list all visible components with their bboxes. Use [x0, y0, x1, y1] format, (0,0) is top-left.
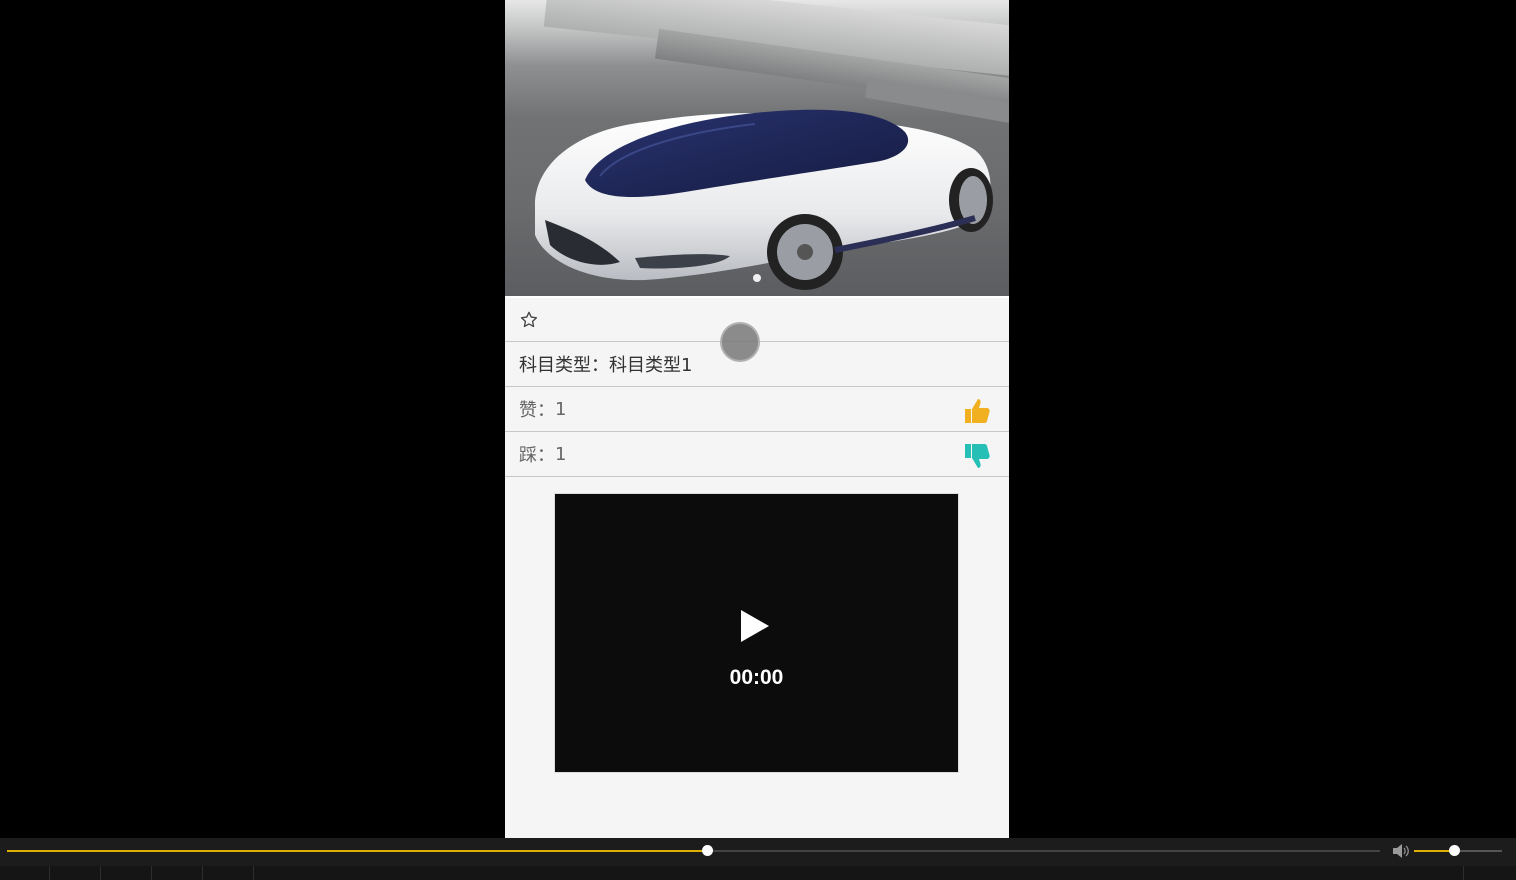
likes-row: 赞： 1	[505, 387, 1009, 432]
taskbar-segment	[203, 866, 254, 880]
subject-type-value: 科目类型1	[609, 355, 693, 376]
taskbar-segment	[0, 866, 50, 880]
seek-bar-handle[interactable]	[702, 845, 714, 856]
carousel-indicator-dot[interactable]	[753, 274, 761, 282]
dislikes-label: 踩：	[519, 445, 555, 466]
thumbs-down-icon[interactable]	[961, 440, 993, 472]
volume-slider-handle[interactable]	[1448, 845, 1460, 856]
star-outline-icon[interactable]	[519, 310, 539, 330]
taskbar-segment	[254, 866, 1464, 880]
likes-label: 赞：	[519, 400, 555, 421]
play-icon[interactable]	[741, 610, 769, 642]
hero-image[interactable]	[505, 0, 1009, 296]
dislikes-row: 踩： 1	[505, 432, 1009, 477]
volume-slider-fill	[1414, 850, 1454, 852]
seek-bar-fill	[7, 850, 708, 852]
video-player[interactable]: 00:00	[554, 493, 959, 773]
subject-type-label: 科目类型：	[519, 355, 609, 376]
taskbar-segment	[50, 866, 101, 880]
volume-icon[interactable]	[1392, 843, 1410, 859]
likes-count: 1	[555, 398, 567, 420]
player-controls-bar	[0, 838, 1516, 866]
taskbar-segment	[101, 866, 152, 880]
taskbar-segment	[152, 866, 203, 880]
dislikes-count: 1	[555, 443, 567, 465]
video-current-time: 00:00	[729, 666, 784, 689]
phone-screen: 科目类型： 科目类型1 赞： 1 踩： 1 00:00	[505, 0, 1009, 838]
car-image	[535, 109, 993, 290]
taskbar-strip	[0, 866, 1516, 880]
thumbs-up-icon[interactable]	[961, 395, 993, 427]
volume-slider[interactable]	[1414, 845, 1502, 856]
seek-bar[interactable]	[7, 845, 1380, 856]
touch-pointer-indicator	[720, 322, 760, 362]
